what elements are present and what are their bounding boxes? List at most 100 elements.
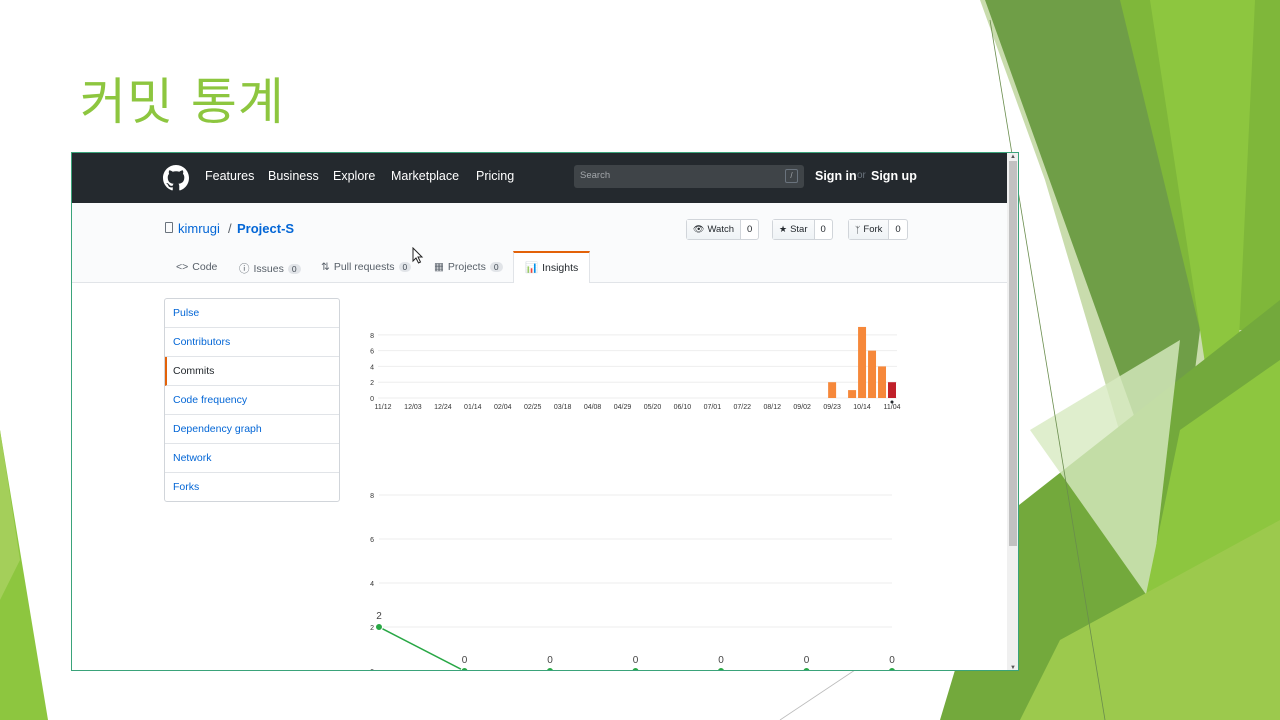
x-tick-label: 05/20	[644, 404, 662, 411]
pull-request-icon: ⇅	[321, 261, 330, 273]
data-point	[717, 667, 725, 670]
x-tick-label: 08/12	[763, 404, 781, 411]
y-tick-label: 2	[370, 625, 374, 632]
star-icon: ★	[779, 224, 788, 234]
search-input[interactable]: Search /	[574, 165, 804, 188]
data-point	[631, 667, 640, 670]
star-button[interactable]: ★ Star 0	[772, 219, 833, 240]
daily-commits-line-chart: 0 2 4 6 8 2 0 0 0 0 0 0	[370, 493, 896, 671]
x-tick-label: 12/24	[434, 404, 452, 411]
x-tick-label: 03/18	[554, 404, 572, 411]
vertical-scrollbar[interactable]: ▲ ▼	[1007, 153, 1018, 670]
fork-button[interactable]: ᛉ Fork 0	[848, 219, 908, 240]
tab-insights[interactable]: 📊 Insights	[525, 261, 579, 275]
x-tick-label: 07/01	[704, 404, 722, 411]
data-label: 0	[889, 655, 895, 666]
search-shortcut-key: /	[785, 169, 798, 183]
tab-insights-label: Insights	[542, 261, 579, 274]
slide-title: 커밋 통계	[80, 73, 285, 131]
sidebar-item-forks[interactable]: Forks	[165, 473, 339, 502]
bar	[848, 390, 857, 398]
data-label: 0	[462, 655, 468, 666]
x-tick-label: 02/25	[524, 404, 542, 411]
y-tick-label: 2	[370, 380, 374, 387]
x-tick-label: 07/22	[734, 404, 752, 411]
repo-path-separator: /	[228, 221, 232, 236]
tab-pull-requests[interactable]: ⇅ Pull requests 0	[321, 261, 412, 273]
sidebar-item-commits[interactable]: Commits	[165, 357, 339, 386]
bar	[828, 382, 837, 398]
data-point	[802, 667, 811, 670]
x-tick-label: 09/02	[793, 404, 811, 411]
sidebar-item-pulse[interactable]: Pulse	[165, 299, 339, 328]
repo-header: kimrugi / Project-S 👁 Watch 0 ★ Star 0 ᛉ Fo…	[72, 203, 1007, 283]
star-label: Star	[790, 224, 808, 235]
x-tick-label: 11/04	[884, 404, 901, 411]
site-header: Features Business Explore Marketplace Pr…	[72, 153, 1007, 203]
data-label: 2	[376, 611, 382, 622]
sidebar-item-contributors[interactable]: Contributors	[165, 328, 339, 357]
repo-owner-link[interactable]: kimrugi	[178, 221, 220, 236]
sign-up-link[interactable]: Sign up	[871, 169, 917, 183]
tab-pull-requests-count: 0	[398, 262, 412, 272]
code-icon: <>	[176, 261, 189, 273]
tab-projects[interactable]: ▦ Projects 0	[434, 261, 503, 273]
data-label: 0	[633, 655, 639, 666]
fork-label: Fork	[863, 224, 883, 235]
nav-marketplace[interactable]: Marketplace	[391, 169, 459, 183]
y-tick-label: 8	[370, 493, 374, 500]
commit-charts: 0 2 4 6 8 11/12 12/03 12/24 01/14 02/04 02/25 03/18…	[370, 326, 901, 671]
slide: 커밋 통계 Features Business Explore Marketpl…	[0, 0, 1280, 720]
tab-issues[interactable]: ⓘ Issues 0	[239, 261, 301, 276]
nav-explore[interactable]: Explore	[333, 169, 375, 183]
nav-business[interactable]: Business	[268, 169, 319, 183]
repo-name-link[interactable]: Project-S	[237, 221, 294, 236]
bar	[888, 382, 896, 398]
watch-button[interactable]: 👁 Watch 0	[686, 219, 760, 240]
tab-issues-count: 0	[287, 263, 301, 274]
fork-icon: ᛉ	[855, 224, 861, 235]
nav-pricing[interactable]: Pricing	[476, 169, 514, 183]
y-tick-label: 0	[370, 669, 374, 671]
repo-icon	[165, 222, 173, 233]
tab-code[interactable]: <> Code	[176, 261, 217, 273]
y-tick-label: 0	[370, 396, 374, 403]
tab-projects-count: 0	[489, 262, 503, 272]
tab-code-label: Code	[192, 261, 218, 273]
scroll-down-icon[interactable]: ▼	[1010, 665, 1016, 670]
search-placeholder: Search	[580, 170, 611, 181]
data-label: 0	[718, 655, 724, 666]
insights-sidebar: Pulse Contributors Commits Code frequenc…	[164, 298, 340, 502]
watch-count[interactable]: 0	[741, 220, 758, 239]
data-point	[546, 667, 554, 670]
bar	[858, 326, 867, 398]
tab-projects-label: Projects	[447, 261, 486, 273]
graph-icon: 📊	[525, 262, 539, 274]
sidebar-item-dependency-graph[interactable]: Dependency graph	[165, 415, 339, 444]
y-tick-label: 4	[370, 364, 374, 371]
data-label: 0	[804, 655, 810, 666]
star-count[interactable]: 0	[815, 220, 832, 239]
y-tick-label: 6	[370, 349, 374, 356]
tab-issues-label: Issues	[253, 262, 284, 275]
browser-screenshot: Features Business Explore Marketplace Pr…	[71, 152, 1019, 671]
watch-label: Watch	[707, 224, 735, 235]
x-tick-label: 04/08	[584, 404, 602, 411]
scroll-up-icon[interactable]: ▲	[1010, 154, 1016, 160]
data-point	[888, 667, 896, 670]
x-tick-label: 04/29	[614, 404, 632, 411]
or-text: or	[857, 170, 866, 181]
x-tick-label: 11/12	[375, 404, 392, 411]
scrollbar-thumb[interactable]	[1009, 161, 1017, 546]
x-tick-label: 10/14	[853, 404, 871, 411]
nav-features[interactable]: Features	[205, 169, 254, 183]
data-point	[375, 623, 383, 631]
x-tick-label: 01/14	[464, 404, 482, 411]
sidebar-item-code-frequency[interactable]: Code frequency	[165, 386, 339, 415]
github-octocat-icon[interactable]	[163, 165, 189, 191]
x-tick-label: 02/04	[494, 404, 512, 411]
eye-icon: 👁	[693, 224, 705, 234]
sign-in-link[interactable]: Sign in	[815, 169, 857, 183]
sidebar-item-network[interactable]: Network	[165, 444, 339, 473]
fork-count[interactable]: 0	[889, 220, 906, 239]
